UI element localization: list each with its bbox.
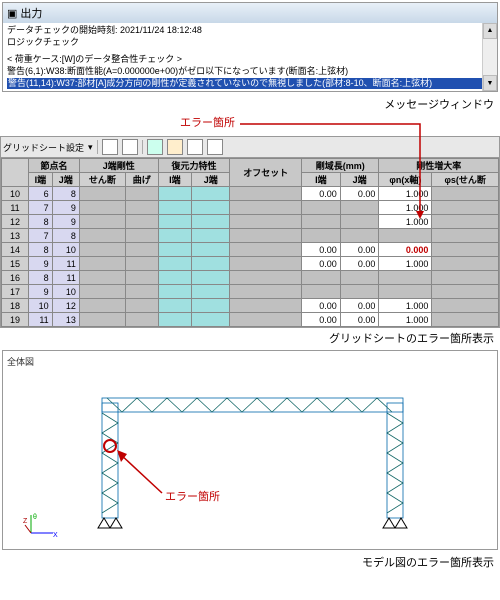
caption-grid: グリッドシートのエラー箇所表示 [0, 328, 500, 348]
msg-line: 警告(6,1):W38:断面性能(A=0.000000e+00)がゼロ以下になっ… [7, 66, 493, 78]
svg-text:X: X [53, 532, 58, 539]
svg-text:θ: θ [33, 514, 37, 521]
caption-model: モデル図のエラー箇所表示 [0, 552, 500, 572]
table-row[interactable]: 17910 [2, 285, 499, 299]
table-row[interactable]: 16811 [2, 271, 499, 285]
table-row[interactable]: 159110.000.001.000 [2, 257, 499, 271]
model-title: 全体図 [7, 355, 493, 368]
table-row[interactable]: 1810120.000.001.000 [2, 299, 499, 313]
axis-icon: θ X Z [23, 511, 63, 541]
msg-line: < 荷重ケース:[W]のデータ整合性チェック > [7, 54, 493, 66]
message-title-bar: ▣ 出力 [3, 3, 497, 23]
table-row[interactable]: 1911130.000.001.000 [2, 313, 499, 327]
msg-line-highlight[interactable]: 警告(11,14):W37:部材[A]成分方向の剛性が定義されていないので無視し… [7, 78, 493, 90]
message-title: 出力 [20, 5, 42, 21]
caption-msg: メッセージウィンドウ [0, 94, 500, 114]
message-window: ▣ 出力 データチェックの開始時刻: 2021/11/24 18:12:48 ロ… [2, 2, 498, 92]
message-body[interactable]: データチェックの開始時刻: 2021/11/24 18:12:48 ロジックチェ… [3, 23, 497, 91]
svg-text:Z: Z [23, 518, 28, 525]
msg-line: データチェックの開始時刻: 2021/11/24 18:12:48 [7, 25, 493, 37]
table-row[interactable]: 148100.000.000.000 [2, 243, 499, 257]
book-icon: ▣ [7, 7, 17, 20]
scroll-up-icon[interactable]: ▲ [483, 23, 497, 39]
scroll-down-icon[interactable]: ▼ [483, 75, 497, 91]
arrow-to-grid-icon [0, 114, 500, 234]
error-marker-icon [104, 440, 116, 452]
model-svg: エラー箇所 [7, 368, 487, 533]
msg-line: ロジックチェック [7, 37, 493, 49]
error-annotation: エラー箇所 [165, 489, 220, 503]
model-view[interactable]: 全体図 エラー箇所 θ X [2, 350, 498, 550]
scrollbar[interactable]: ▲ ▼ [482, 23, 497, 91]
